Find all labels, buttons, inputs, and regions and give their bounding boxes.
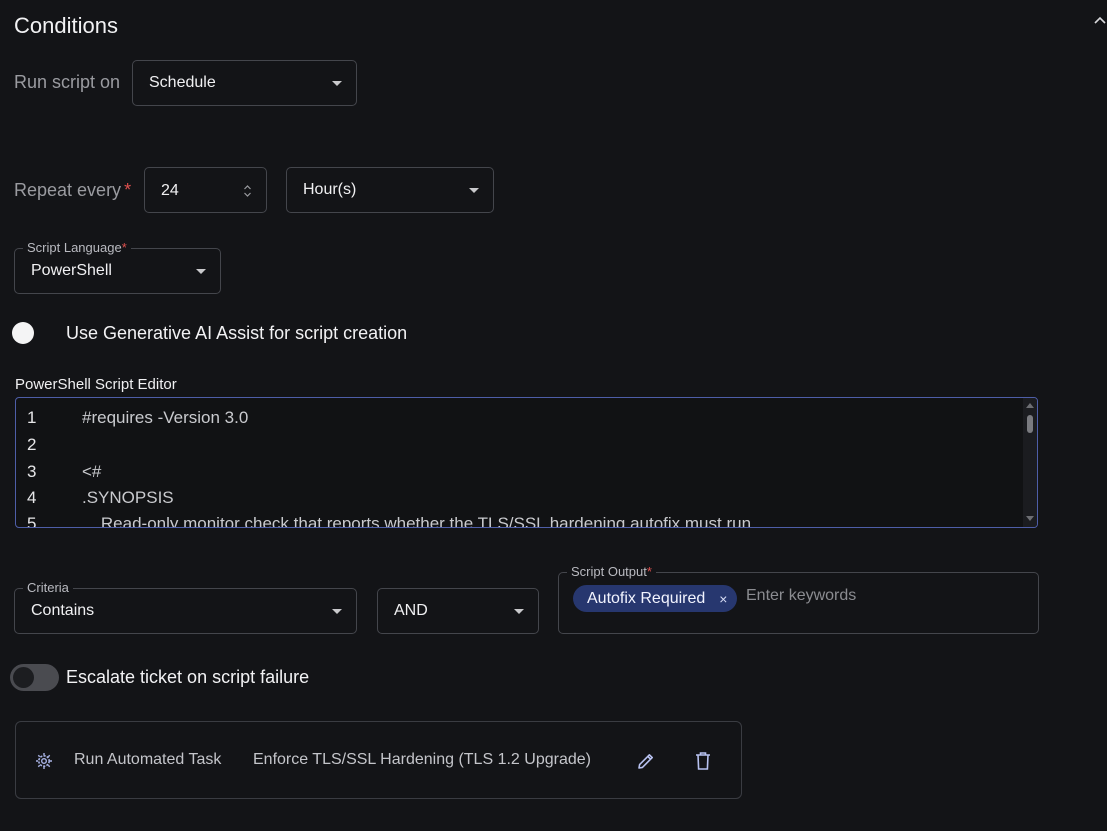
trash-icon[interactable]: [695, 751, 711, 771]
script-language-legend: Script Language*: [23, 240, 131, 255]
keywords-input[interactable]: Enter keywords: [746, 587, 856, 605]
script-output-legend: Script Output*: [567, 564, 656, 579]
escalate-toggle[interactable]: [10, 664, 59, 691]
toggle-knob: [13, 667, 34, 688]
editor-scrollbar[interactable]: [1023, 398, 1037, 527]
caret-down-icon: [332, 609, 342, 614]
keyword-chip-label: Autofix Required: [587, 589, 706, 607]
scroll-thumb[interactable]: [1027, 415, 1033, 433]
editor-label: PowerShell Script Editor: [15, 376, 177, 393]
gear-automation-icon: [36, 753, 52, 769]
caret-down-icon: [514, 609, 524, 614]
script-language-value: PowerShell: [31, 262, 112, 279]
repeat-number-input[interactable]: 24: [144, 167, 267, 213]
repeat-value: 24: [161, 182, 179, 199]
caret-down-icon: [332, 81, 342, 86]
section-title: Conditions: [14, 13, 118, 38]
repeat-label: Repeat every *: [14, 180, 132, 200]
close-icon[interactable]: ×: [719, 591, 727, 607]
run-script-label: Run script on: [14, 72, 121, 92]
script-editor[interactable]: 1 #requires -Version 3.0 2 3 <# 4 .SYNOPSIS…: [15, 397, 1038, 528]
operator-value: AND: [394, 602, 428, 619]
run-script-select[interactable]: Schedule: [132, 60, 357, 106]
operator-select[interactable]: AND: [377, 588, 539, 634]
caret-down-icon: [469, 188, 479, 193]
repeat-unit-select[interactable]: Hour(s): [286, 167, 494, 213]
scroll-down-icon[interactable]: [1026, 516, 1034, 522]
stepper-icon[interactable]: [243, 183, 252, 199]
criteria-select[interactable]: Criteria Contains: [14, 580, 357, 634]
run-script-value: Schedule: [149, 74, 216, 91]
scroll-up-icon[interactable]: [1026, 402, 1034, 408]
gen-ai-toggle[interactable]: [12, 322, 34, 344]
criteria-value: Contains: [31, 602, 95, 619]
caret-down-icon: [196, 269, 206, 274]
script-language-select[interactable]: Script Language* PowerShell: [14, 240, 221, 294]
escalate-label: Escalate ticket on script failure: [66, 667, 310, 687]
task-type-label: Run Automated Task: [74, 751, 222, 768]
automated-task-card: Run Automated Task Enforce TLS/SSL Harde…: [15, 721, 742, 799]
task-name: Enforce TLS/SSL Hardening (TLS 1.2 Upgra…: [253, 751, 591, 768]
chevron-up-icon[interactable]: [1093, 14, 1107, 28]
keyword-chip: Autofix Required ×: [573, 585, 738, 612]
gen-ai-label: Use Generative AI Assist for script crea…: [66, 323, 408, 343]
pencil-icon[interactable]: [636, 751, 656, 771]
script-output-field[interactable]: Script Output* Autofix Required × Enter …: [558, 564, 1039, 634]
criteria-legend: Criteria: [23, 580, 73, 595]
repeat-unit-value: Hour(s): [303, 181, 357, 198]
